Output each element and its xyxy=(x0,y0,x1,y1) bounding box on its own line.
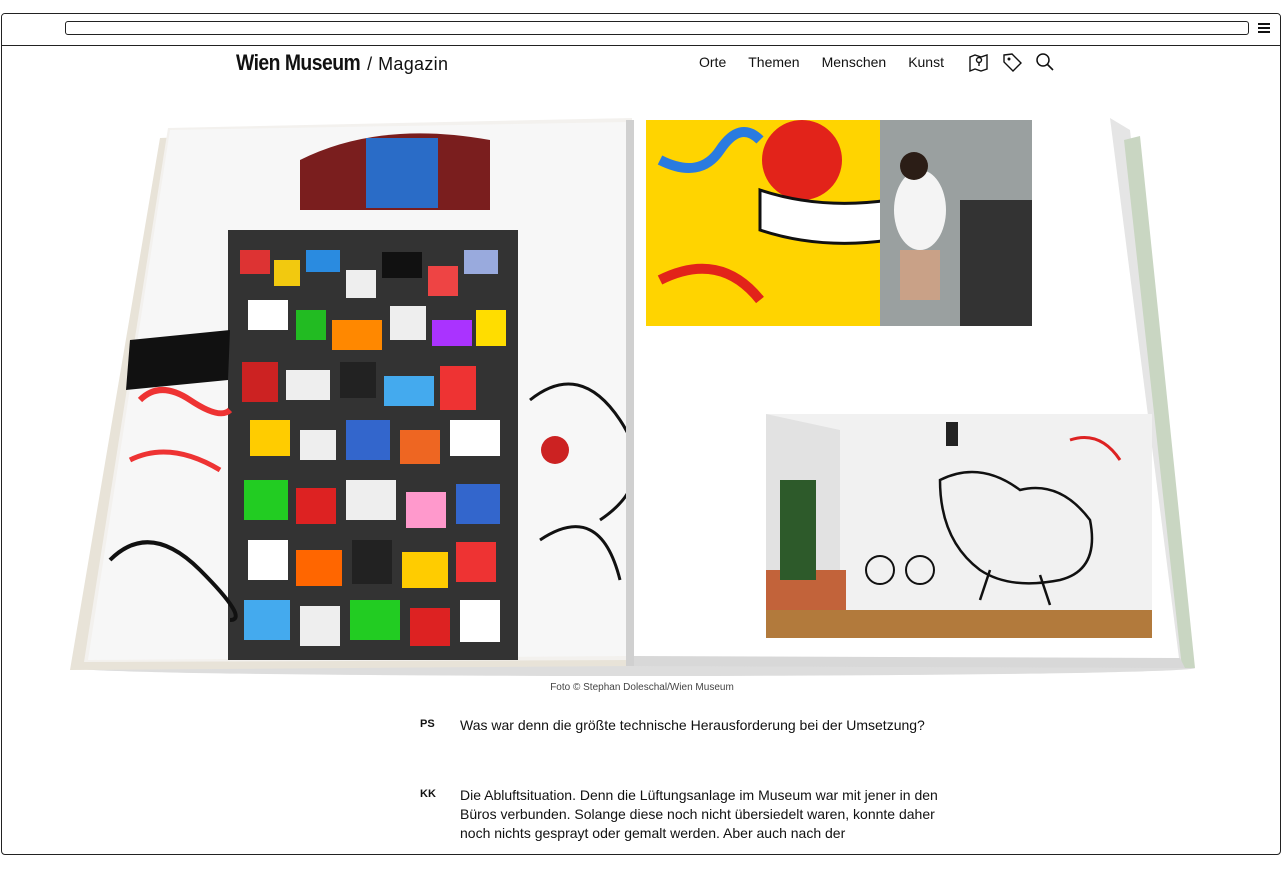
interview-answer: KK Die Abluftsituation. Denn die Lüftung… xyxy=(420,786,940,843)
brand-subtitle: Magazin xyxy=(378,54,449,74)
image-caption: Foto © Stephan Doleschal/Wien Museum xyxy=(550,682,734,693)
site-logo[interactable]: Wien Museum / Magazin xyxy=(236,50,448,76)
speaker-label: PS xyxy=(420,718,435,730)
nav-kunst[interactable]: Kunst xyxy=(908,54,944,70)
speaker-label: KK xyxy=(420,788,436,800)
main-nav: Orte Themen Menschen Kunst xyxy=(699,54,966,70)
site-header: Wien Museum / Magazin Orte Themen Mensch… xyxy=(0,32,1284,102)
answer-text: Die Abluftsituation. Denn die Lüftungsan… xyxy=(460,787,938,841)
header-icons xyxy=(968,51,1067,73)
search-icon[interactable] xyxy=(1034,51,1056,73)
nav-menschen[interactable]: Menschen xyxy=(822,54,887,70)
brand-separator: / xyxy=(367,54,373,74)
map-pin-icon[interactable] xyxy=(968,51,990,73)
tag-icon[interactable] xyxy=(1001,51,1023,73)
nav-themen[interactable]: Themen xyxy=(748,54,799,70)
interview-question: PS Was war denn die größte technische He… xyxy=(420,716,940,735)
brand-name: Wien Museum xyxy=(236,50,361,75)
nav-orte[interactable]: Orte xyxy=(699,54,726,70)
hero-image-open-book xyxy=(60,100,1210,680)
question-text: Was war denn die größte technische Herau… xyxy=(460,717,925,733)
